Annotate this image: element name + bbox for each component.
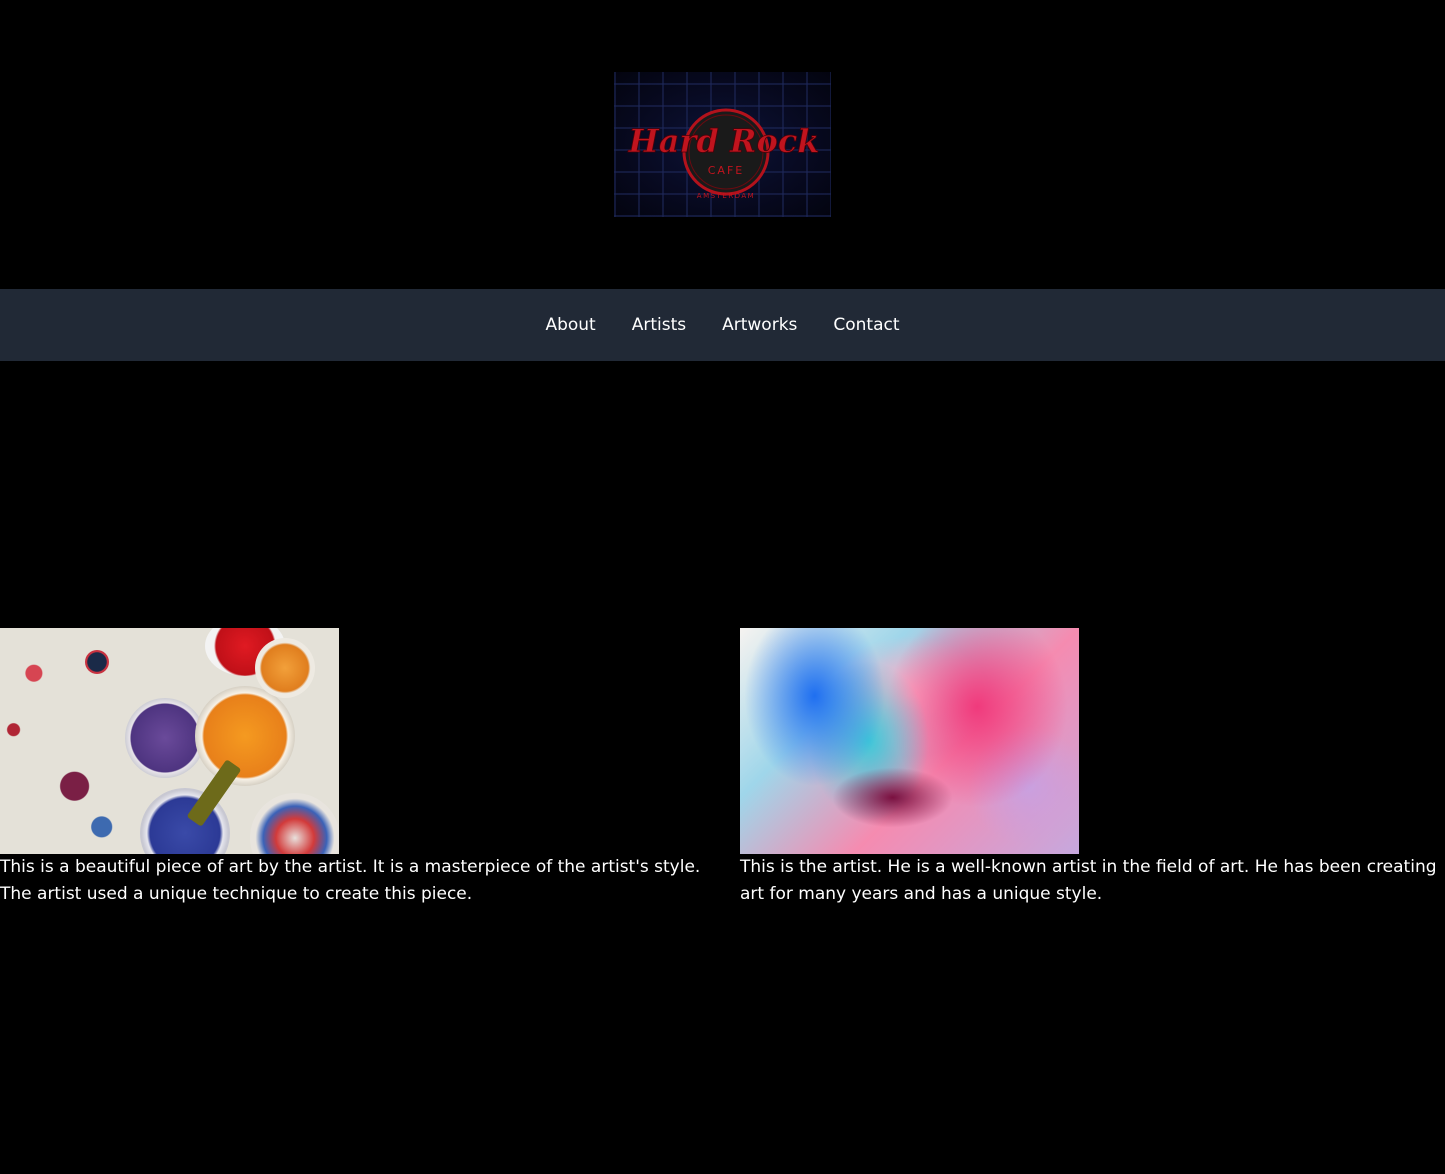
site-header: Hard Rock CAFE AMSTERDAM (0, 0, 1445, 289)
paint-buckets-image[interactable] (0, 628, 339, 854)
nav-item-about[interactable]: About (545, 289, 595, 361)
orange-paint-bucket (195, 686, 295, 786)
abstract-painting-image[interactable] (740, 628, 1079, 854)
artist-card: This is the artist. He is a well-known a… (740, 628, 1445, 908)
nav-item-artworks[interactable]: Artworks (722, 289, 797, 361)
nav-item-artists[interactable]: Artists (632, 289, 686, 361)
small-dark-paint-pot (85, 650, 109, 674)
logo-text-amsterdam: AMSTERDAM (697, 192, 755, 200)
purple-paint-bucket (125, 698, 205, 778)
main-nav: About Artists Artworks Contact (0, 289, 1445, 361)
logo-text-hard-rock: Hard Rock (628, 122, 820, 160)
small-orange-paint-bucket (255, 638, 315, 698)
artist-description: This is the artist. He is a well-known a… (740, 857, 1437, 904)
hard-rock-cafe-logo[interactable]: Hard Rock CAFE AMSTERDAM (614, 72, 831, 217)
page: Hard Rock CAFE AMSTERDAM About Artists A… (0, 0, 1445, 1174)
logo-text-cafe: CAFE (708, 164, 744, 177)
mixed-paint-palette (250, 793, 339, 854)
artwork-description: This is a beautiful piece of art by the … (0, 857, 701, 904)
nav-item-contact[interactable]: Contact (833, 289, 899, 361)
artwork-card: This is a beautiful piece of art by the … (0, 628, 705, 908)
logo-graphic: Hard Rock CAFE AMSTERDAM (627, 108, 820, 200)
